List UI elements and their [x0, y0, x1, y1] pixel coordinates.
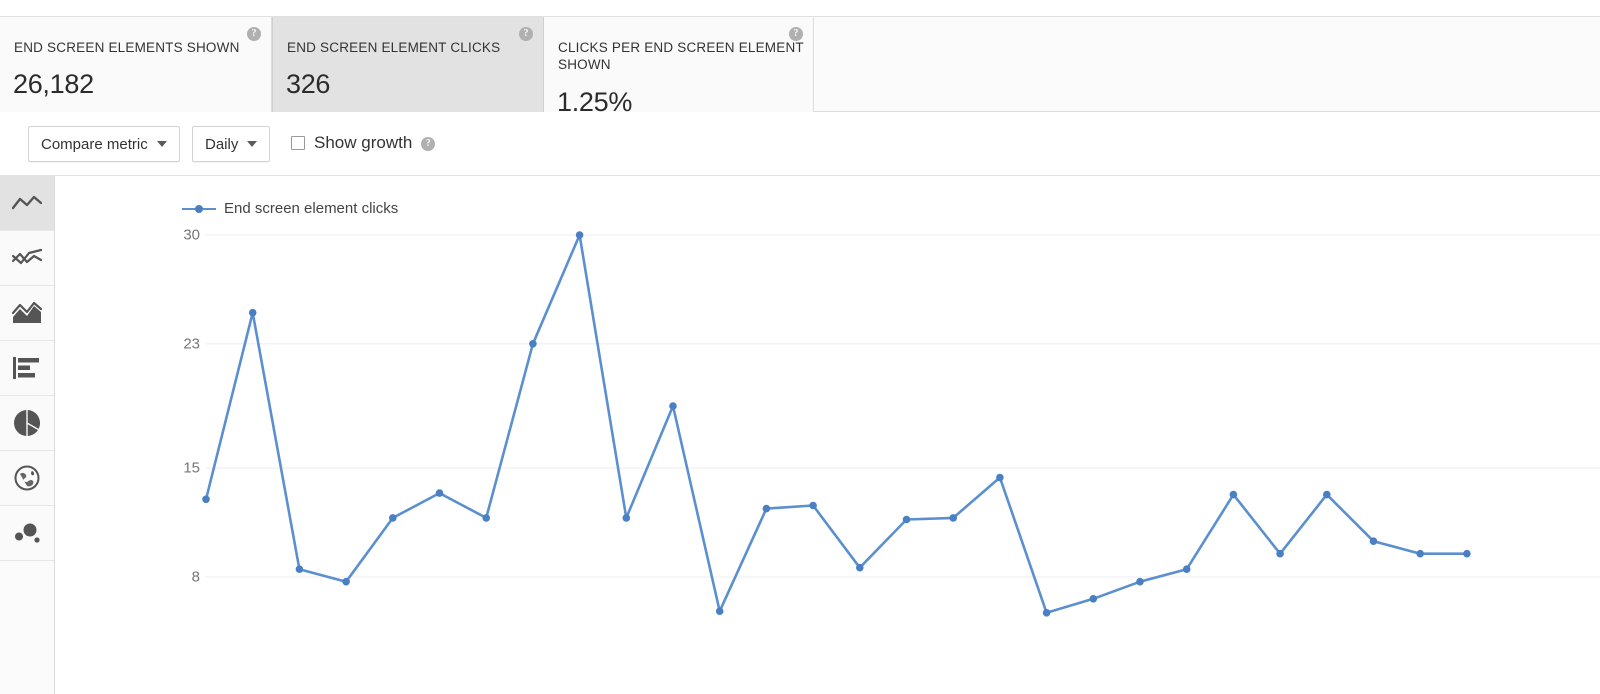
- period-select-button[interactable]: Daily: [192, 126, 271, 162]
- line-chart-icon: [12, 194, 42, 212]
- show-growth-checkbox[interactable]: [291, 135, 305, 150]
- chevron-down-icon: [156, 141, 167, 147]
- y-axis-tick-label: 15: [183, 459, 200, 477]
- data-point[interactable]: [1416, 549, 1424, 558]
- chart-type-rail: [0, 176, 55, 564]
- data-point[interactable]: [342, 577, 350, 586]
- metric-row-empty-area: [814, 17, 1600, 111]
- show-growth-toggle[interactable]: Show growth ?: [291, 133, 436, 152]
- data-point[interactable]: [389, 514, 397, 522]
- metric-card-row: END SCREEN ELEMENTS SHOWN 26,182 ? END S…: [0, 17, 1600, 117]
- multi-line-chart-icon: [12, 248, 42, 268]
- sidebar-item-bar-chart[interactable]: [0, 341, 54, 396]
- help-icon[interactable]: ?: [519, 27, 533, 41]
- data-point[interactable]: [1182, 565, 1191, 573]
- y-axis-tick-label: 30: [183, 226, 200, 244]
- chart-panel: End screen element clicks 30 23 15 8: [56, 176, 1600, 694]
- data-point[interactable]: [435, 489, 444, 497]
- data-point[interactable]: [1042, 609, 1051, 617]
- data-point[interactable]: [902, 515, 911, 524]
- data-point[interactable]: [482, 514, 491, 522]
- metric-label: CLICKS PER END SCREEN ELEMENT SHOWN: [558, 40, 804, 72]
- sidebar-item-geography-map[interactable]: [0, 451, 54, 506]
- data-point[interactable]: [809, 501, 817, 510]
- data-point[interactable]: [856, 563, 864, 572]
- metric-label: END SCREEN ELEMENT CLICKS: [287, 40, 501, 55]
- analytics-page: END SCREEN ELEMENTS SHOWN 26,182 ? END S…: [0, 0, 1600, 694]
- data-point[interactable]: [1463, 549, 1471, 558]
- help-icon[interactable]: ?: [247, 27, 261, 41]
- help-icon[interactable]: ?: [789, 27, 803, 41]
- data-point[interactable]: [949, 514, 957, 522]
- metric-value: 326: [286, 69, 331, 99]
- metric-label: END SCREEN ELEMENTS SHOWN: [14, 40, 240, 55]
- data-point[interactable]: [1089, 595, 1098, 603]
- area-chart-icon: [12, 302, 42, 324]
- data-point[interactable]: [669, 402, 677, 410]
- sidebar-item-bubble-chart[interactable]: [0, 506, 54, 561]
- data-point[interactable]: [622, 514, 631, 522]
- sidebar-item-multi-line-chart[interactable]: [0, 231, 54, 286]
- sidebar-item-line-chart[interactable]: [0, 176, 54, 231]
- data-point[interactable]: [1229, 490, 1238, 499]
- data-point[interactable]: [1369, 537, 1378, 545]
- data-point[interactable]: [295, 565, 304, 573]
- metric-card-end-screen-element-clicks[interactable]: END SCREEN ELEMENT CLICKS 326 ?: [272, 17, 544, 112]
- data-point[interactable]: [1276, 549, 1284, 558]
- bar-chart-icon: [13, 357, 41, 379]
- chevron-down-icon: [247, 141, 258, 147]
- data-point[interactable]: [1323, 490, 1331, 499]
- data-point[interactable]: [202, 495, 210, 504]
- data-point[interactable]: [715, 607, 724, 615]
- sidebar-item-area-chart[interactable]: [0, 286, 54, 341]
- y-axis-tick-label: 8: [191, 568, 200, 586]
- globe-icon: [14, 465, 40, 491]
- data-point[interactable]: [575, 231, 584, 239]
- chart-type-rail-spacer: [0, 564, 55, 694]
- compare-metric-button[interactable]: Compare metric: [28, 126, 180, 162]
- metric-value: 26,182: [13, 69, 94, 99]
- pie-chart-icon: [14, 410, 40, 436]
- top-strip: [0, 0, 1600, 17]
- sidebar-item-pie-chart[interactable]: [0, 396, 54, 451]
- help-icon[interactable]: ?: [421, 136, 436, 151]
- chart-toolbar: Compare metric Daily Show growth ?: [0, 112, 1600, 176]
- period-label: Daily: [205, 135, 239, 153]
- data-point[interactable]: [762, 504, 771, 513]
- data-point[interactable]: [1136, 577, 1144, 586]
- metric-card-end-screen-elements-shown[interactable]: END SCREEN ELEMENTS SHOWN 26,182 ?: [0, 17, 272, 112]
- compare-metric-label: Compare metric: [41, 135, 148, 153]
- y-axis-tick-label: 23: [183, 335, 200, 353]
- line-chart-plot[interactable]: [56, 176, 1600, 694]
- data-point[interactable]: [529, 340, 537, 348]
- bubble-chart-icon: [13, 522, 41, 544]
- show-growth-label: Show growth: [314, 133, 413, 152]
- metric-card-clicks-per-end-screen-element-shown[interactable]: CLICKS PER END SCREEN ELEMENT SHOWN 1.25…: [544, 17, 814, 117]
- data-point[interactable]: [996, 473, 1004, 482]
- data-point[interactable]: [248, 308, 257, 317]
